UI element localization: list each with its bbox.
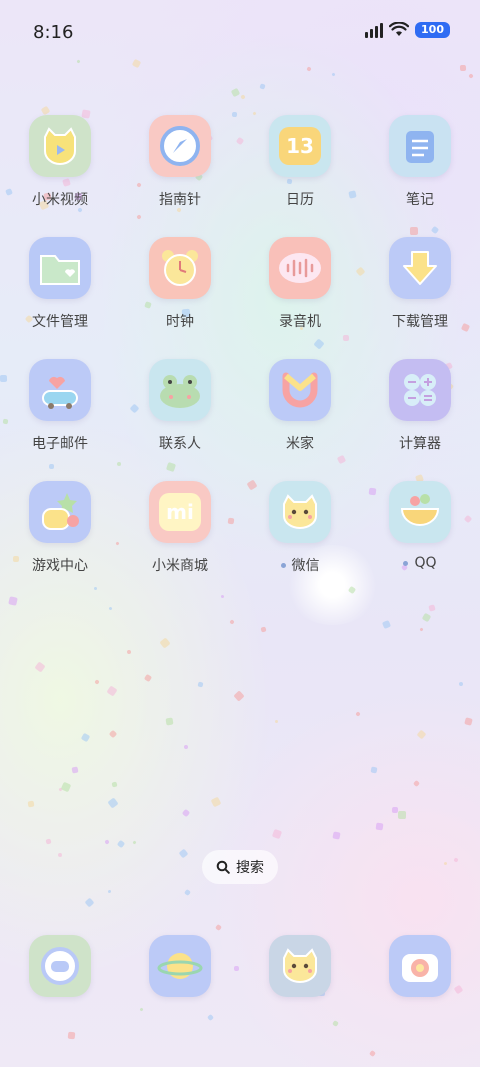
calculator-icon[interactable]: [389, 359, 451, 421]
app-label: 电子邮件: [32, 436, 88, 452]
app-label: 微信: [291, 558, 320, 574]
app-game-star[interactable]: 游戏中心: [0, 481, 120, 603]
app-alarm-clock[interactable]: 时钟: [120, 237, 240, 359]
search-button[interactable]: 搜索: [202, 850, 278, 884]
app-label: 小米商城: [152, 558, 208, 574]
app-label-row: 联系人: [159, 433, 201, 453]
app-grid: 小米视频 指南针 13 日历 笔记文件管理 时钟 录音机 下载管理电子邮件 联系人 米家 计算器游戏…: [0, 115, 480, 603]
app-label: 录音机: [279, 314, 321, 330]
alarm-clock-icon[interactable]: [149, 237, 211, 299]
app-download[interactable]: 下载管理: [360, 237, 480, 359]
app-row: 游戏中心 mi 小米商城 微信 QQ: [0, 481, 480, 603]
status-icons: 100: [365, 22, 450, 38]
dock-app-phone[interactable]: [0, 935, 120, 999]
dock-app-camera[interactable]: [360, 935, 480, 999]
app-label-row: 下载管理: [392, 311, 448, 331]
app-row: 小米视频 指南针 13 日历 笔记: [0, 115, 480, 237]
app-folder[interactable]: 文件管理: [0, 237, 120, 359]
app-label: 联系人: [159, 436, 201, 452]
app-notes[interactable]: 笔记: [360, 115, 480, 237]
app-label-row: 米家: [286, 433, 314, 453]
app-label-row: 笔记: [406, 189, 434, 209]
mi-store-icon[interactable]: mi: [149, 481, 211, 543]
app-mijia[interactable]: 米家: [240, 359, 360, 481]
notes-icon[interactable]: [389, 115, 451, 177]
app-label-row: 小米视频: [32, 189, 88, 209]
app-label: 米家: [286, 436, 314, 452]
app-icon-text: 13: [279, 127, 321, 165]
app-label-row: 时钟: [166, 311, 194, 331]
app-label-row: 计算器: [399, 433, 441, 453]
download-icon[interactable]: [389, 237, 451, 299]
app-mi-store[interactable]: mi 小米商城: [120, 481, 240, 603]
phone-icon[interactable]: [29, 935, 91, 997]
new-install-dot: [280, 562, 286, 568]
app-label: 计算器: [399, 436, 441, 452]
app-calendar[interactable]: 13 日历: [240, 115, 360, 237]
app-frog[interactable]: 联系人: [120, 359, 240, 481]
mail-bus-icon[interactable]: [29, 359, 91, 421]
frog-icon[interactable]: [149, 359, 211, 421]
new-install-dot: [403, 560, 409, 566]
app-label-row: QQ: [403, 555, 437, 571]
app-label-row: 日历: [286, 189, 314, 209]
app-label-row: 游戏中心: [32, 555, 88, 575]
search-icon: [216, 860, 230, 874]
app-label: 游戏中心: [32, 558, 88, 574]
app-label: QQ: [414, 555, 437, 571]
app-label-row: 微信: [280, 555, 320, 575]
app-label-row: 指南针: [159, 189, 201, 209]
compass-icon[interactable]: [149, 115, 211, 177]
dock-app-cat-face[interactable]: [240, 935, 360, 999]
game-star-icon[interactable]: [29, 481, 91, 543]
recorder-icon[interactable]: [269, 237, 331, 299]
app-recorder[interactable]: 录音机: [240, 237, 360, 359]
app-compass[interactable]: 指南针: [120, 115, 240, 237]
battery-indicator: 100: [415, 22, 450, 38]
app-qq-bowl[interactable]: QQ: [360, 481, 480, 603]
planet-icon[interactable]: [149, 935, 211, 997]
app-label-row: 电子邮件: [32, 433, 88, 453]
dock-app-planet[interactable]: [120, 935, 240, 999]
app-icon-text: mi: [159, 493, 201, 531]
app-row: 文件管理 时钟 录音机 下载管理: [0, 237, 480, 359]
app-label-row: 文件管理: [32, 311, 88, 331]
cat-face-icon[interactable]: [269, 935, 331, 997]
dock: [0, 935, 480, 999]
app-label: 指南针: [159, 192, 201, 208]
app-calculator[interactable]: 计算器: [360, 359, 480, 481]
app-label: 小米视频: [32, 192, 88, 208]
app-label-row: 录音机: [279, 311, 321, 331]
app-label: 文件管理: [32, 314, 88, 330]
app-label: 下载管理: [392, 314, 448, 330]
app-label: 笔记: [406, 192, 434, 208]
camera-icon[interactable]: [389, 935, 451, 997]
video-cat-icon[interactable]: [29, 115, 91, 177]
wechat-cat-icon[interactable]: [269, 481, 331, 543]
wifi-icon: [389, 22, 410, 36]
app-mail-bus[interactable]: 电子邮件: [0, 359, 120, 481]
app-row: 电子邮件 联系人 米家 计算器: [0, 359, 480, 481]
search-label: 搜索: [236, 860, 264, 876]
app-label-row: 小米商城: [152, 555, 208, 575]
folder-icon[interactable]: [29, 237, 91, 299]
status-time: 8:16: [33, 22, 74, 43]
app-video-cat[interactable]: 小米视频: [0, 115, 120, 237]
status-bar: 8:16 100: [0, 0, 480, 64]
qq-bowl-icon[interactable]: [389, 481, 451, 543]
calendar-icon[interactable]: 13: [269, 115, 331, 177]
app-label: 时钟: [166, 314, 194, 330]
cellular-signal-icon: [365, 22, 384, 38]
app-wechat-cat[interactable]: 微信: [240, 481, 360, 603]
mijia-icon[interactable]: [269, 359, 331, 421]
app-label: 日历: [286, 192, 314, 208]
